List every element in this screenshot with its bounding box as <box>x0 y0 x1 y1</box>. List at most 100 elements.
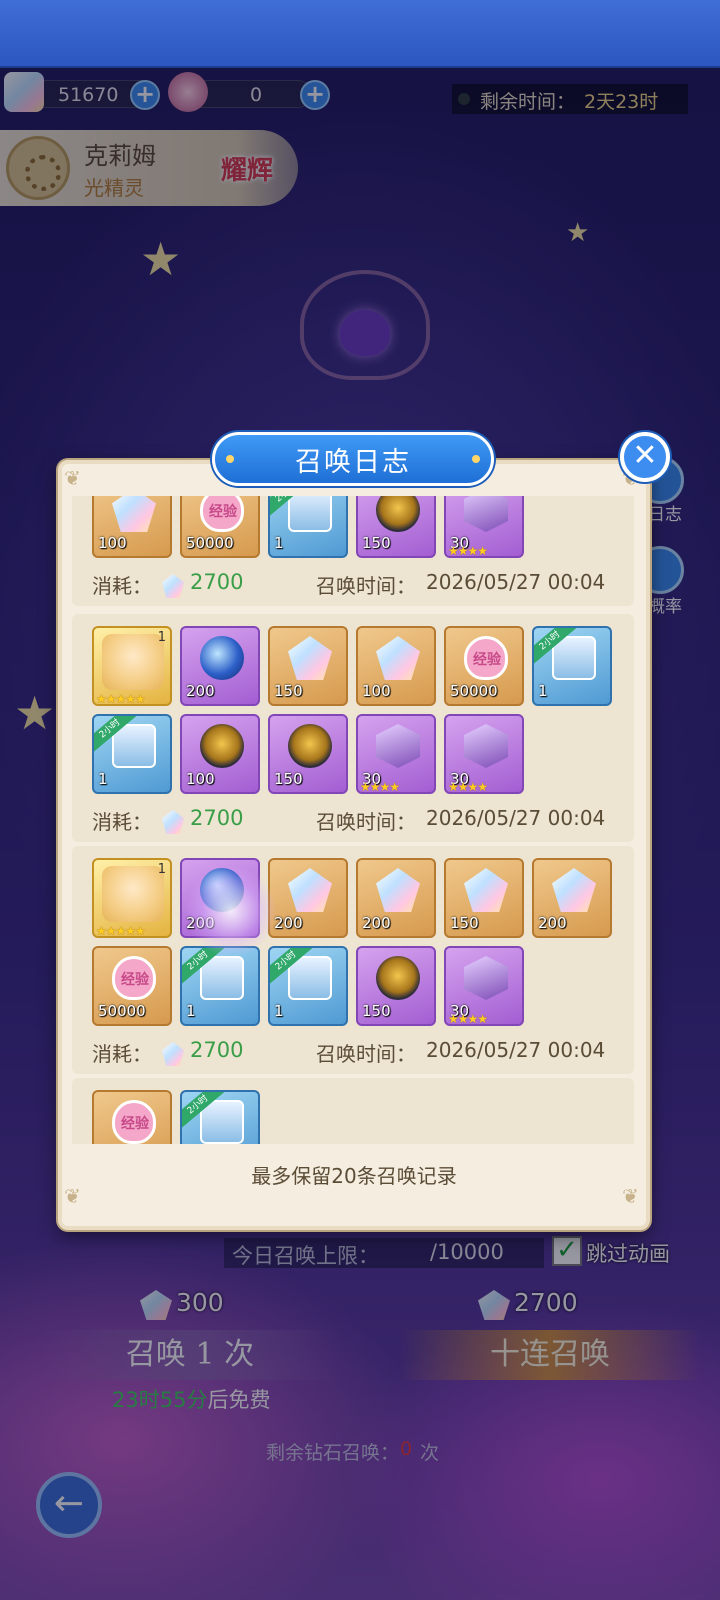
cost-value: 2700 <box>190 806 244 830</box>
summon-record: 2小时 <box>72 1078 634 1144</box>
chest-2h-item[interactable]: 2小时1 <box>92 714 172 794</box>
chest-2h-item[interactable]: 2小时1 <box>180 946 260 1026</box>
close-button[interactable]: ✕ <box>620 432 670 482</box>
exp-potion-item[interactable]: 50000 <box>180 496 260 558</box>
egg-icon <box>376 496 420 532</box>
item-quantity: 1 <box>186 1002 196 1020</box>
summon-time-value: 2026/05/27 00:04 <box>426 570 606 594</box>
exp-potion-icon <box>464 636 508 680</box>
egg-item[interactable]: 150 <box>356 496 436 558</box>
corner-ornament: ❦ <box>64 466 81 490</box>
summon-time-label: 召唤时间： <box>316 1042 416 1066</box>
egg-icon <box>288 724 332 768</box>
summon-time-label: 召唤时间： <box>316 574 416 598</box>
rune-item[interactable]: 30 ★★★★ <box>444 946 524 1026</box>
item-quantity: 150 <box>274 682 303 700</box>
exp-potion-icon <box>112 956 156 1000</box>
diamond-icon <box>162 810 184 834</box>
diamond-icon <box>162 574 184 598</box>
cost-value: 2700 <box>190 1038 244 1062</box>
chest-2h-item[interactable]: 2小时1 <box>268 496 348 558</box>
hero-level: 1 <box>157 630 166 645</box>
cost-value: 2700 <box>190 570 244 594</box>
item-quantity: 150 <box>450 914 479 932</box>
crystal-icon <box>112 496 156 532</box>
sparkle-effect <box>186 866 276 956</box>
egg-icon <box>200 724 244 768</box>
item-quantity: 200 <box>362 914 391 932</box>
star-rating: ★★★★ <box>448 544 488 558</box>
summon-time-label: 召唤时间： <box>316 810 416 834</box>
dialog-title: 召唤日志 <box>295 447 411 478</box>
chest-2h-icon <box>288 496 332 532</box>
exp-potion-item[interactable]: 50000 <box>92 946 172 1026</box>
summon-time-value: 2026/05/27 00:04 <box>426 806 606 830</box>
chest-2h-item[interactable]: 2小时 <box>180 1090 260 1144</box>
orb-item[interactable]: 200 <box>180 626 260 706</box>
exp-potion-icon <box>112 1100 156 1144</box>
item-quantity: 50000 <box>98 1002 146 1020</box>
star-rating: ★★★★ <box>448 1012 488 1026</box>
item-quantity: 50000 <box>450 682 498 700</box>
item-quantity: 1 <box>274 534 284 552</box>
rune-icon <box>376 724 420 768</box>
orb-icon <box>200 636 244 680</box>
crystal-item[interactable]: 100 <box>356 626 436 706</box>
crystal-item[interactable]: 150 <box>444 858 524 938</box>
rune-icon <box>464 724 508 768</box>
rune-item[interactable]: 30 ★★★★ <box>356 714 436 794</box>
rune-item[interactable]: 30 ★★★★ <box>444 496 524 558</box>
hero-card-icon <box>102 634 164 690</box>
cost-label: 消耗： <box>92 1042 152 1066</box>
rune-item[interactable]: 30 ★★★★ <box>444 714 524 794</box>
item-quantity: 100 <box>362 682 391 700</box>
item-quantity: 150 <box>274 770 303 788</box>
summon-record: 1★★★★★200200200150200500002小时12小时115030★… <box>72 846 634 1074</box>
crystal-icon <box>552 868 596 912</box>
record-limit-note: 最多保留20条召唤记录 <box>251 1164 457 1188</box>
crystal-item[interactable]: 150 <box>268 626 348 706</box>
crystal-item[interactable]: 200 <box>268 858 348 938</box>
crystal-icon <box>288 636 332 680</box>
hero-card-icon <box>102 866 164 922</box>
egg-icon <box>376 956 420 1000</box>
chest-2h-item[interactable]: 2小时1 <box>268 946 348 1026</box>
rune-icon <box>464 496 508 532</box>
hero-card-item[interactable]: 1 ★★★★★ <box>92 626 172 706</box>
rune-icon <box>464 956 508 1000</box>
cost-label: 消耗： <box>92 574 152 598</box>
crystal-item[interactable]: 200 <box>532 858 612 938</box>
egg-item[interactable]: 150 <box>356 946 436 1026</box>
diamond-icon <box>162 1042 184 1066</box>
star-rating: ★★★★★ <box>96 692 146 706</box>
exp-potion-item[interactable] <box>92 1090 172 1144</box>
item-quantity: 200 <box>538 914 567 932</box>
summon-record: 100 50000 2小时1 150 30★★★★ 消耗： 2700 召唤时间： 2026/05… <box>72 496 634 606</box>
item-quantity: 100 <box>98 534 127 552</box>
item-quantity: 150 <box>362 1002 391 1020</box>
crystal-icon <box>288 868 332 912</box>
item-quantity: 200 <box>274 914 303 932</box>
crystal-icon <box>464 868 508 912</box>
summon-records-list[interactable]: 100500002小时115030★★★★消耗：2700召唤时间：2026/05… <box>72 496 634 1144</box>
crystal-icon <box>376 636 420 680</box>
star-rating: ★★★★ <box>360 780 400 794</box>
exp-potion-item[interactable]: 50000 <box>444 626 524 706</box>
item-quantity: 100 <box>186 770 215 788</box>
egg-item[interactable]: 100 <box>180 714 260 794</box>
hero-card-item[interactable]: 1 ★★★★★ <box>92 858 172 938</box>
cost-label: 消耗： <box>92 810 152 834</box>
summon-time-value: 2026/05/27 00:04 <box>426 1038 606 1062</box>
egg-item[interactable]: 150 <box>268 714 348 794</box>
star-rating: ★★★★ <box>448 780 488 794</box>
item-quantity: 150 <box>362 534 391 552</box>
item-quantity: 1 <box>98 770 108 788</box>
top-banner <box>0 0 720 68</box>
crystal-item[interactable]: 100 <box>92 496 172 558</box>
item-quantity: 1 <box>538 682 548 700</box>
chest-2h-item[interactable]: 2小时1 <box>532 626 612 706</box>
crystal-item[interactable]: 200 <box>356 858 436 938</box>
item-quantity: 200 <box>186 682 215 700</box>
item-quantity: 1 <box>274 1002 284 1020</box>
crystal-icon <box>376 868 420 912</box>
